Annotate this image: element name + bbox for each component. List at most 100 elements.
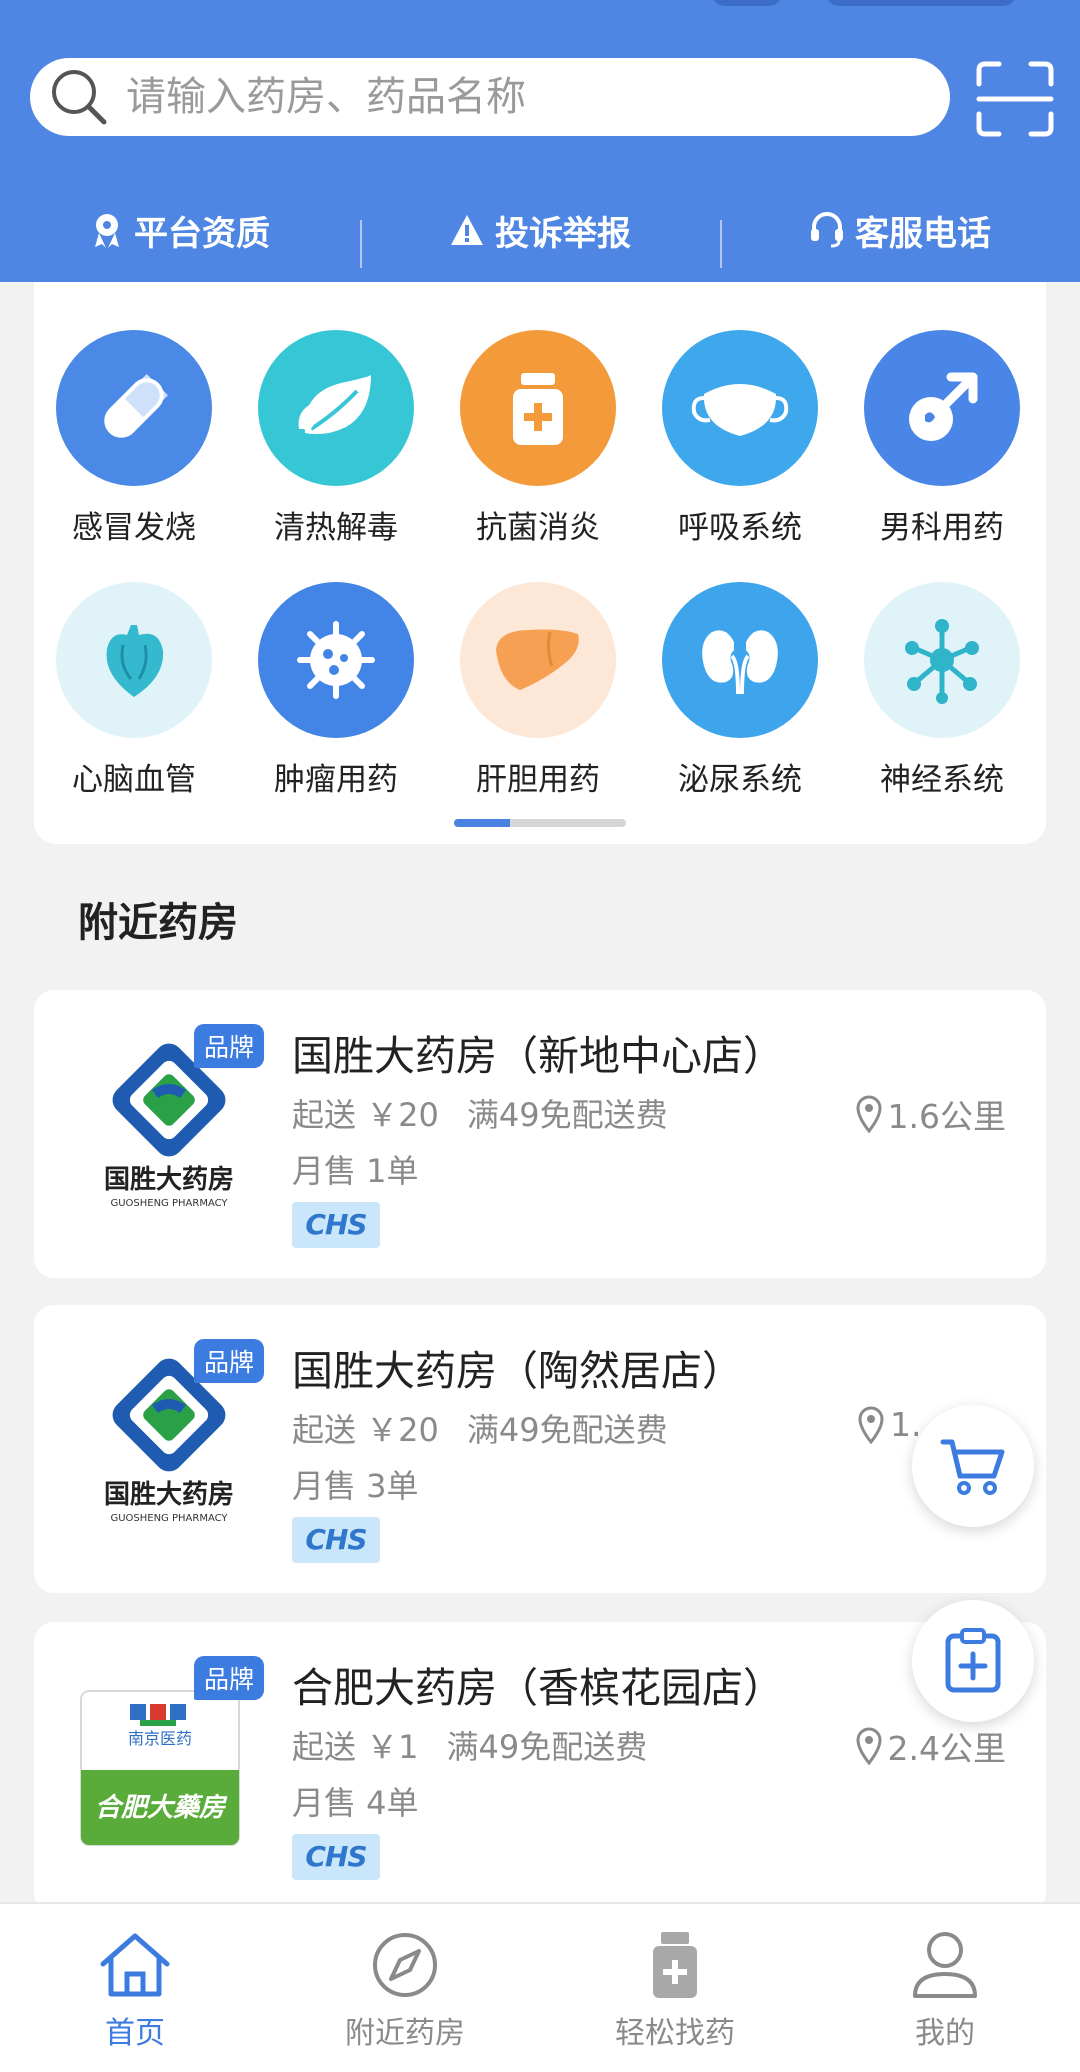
min-delivery: 起送 ￥20 <box>292 1411 439 1449</box>
free-delivery: 满49免配送费 <box>466 1411 668 1449</box>
category-label: 感冒发烧 <box>72 510 196 546</box>
tab-profile[interactable]: 我的 <box>810 1904 1080 2072</box>
category-oncology[interactable]: 肿瘤用药 <box>246 582 426 799</box>
monthly-sales: 月售 4单 <box>292 1784 419 1822</box>
nearby-pharmacies-title: 附近药房 <box>78 900 238 946</box>
svg-text:GUOSHENG PHARMACY: GUOSHENG PHARMACY <box>110 1513 228 1524</box>
medicine-bottle-icon <box>460 330 616 486</box>
tab-nearby[interactable]: 附近药房 <box>270 1904 540 2072</box>
category-label: 肿瘤用药 <box>274 762 398 798</box>
status-pill <box>712 0 782 6</box>
male-symbol-icon <box>864 330 1020 486</box>
distance-value: 1. <box>890 1405 922 1444</box>
tab-find-medicine[interactable]: 轻松找药 <box>540 1904 810 2072</box>
category-nervous[interactable]: 神经系统 <box>852 582 1032 799</box>
svg-text:南京医药: 南京医药 <box>128 1729 192 1748</box>
platform-qualification-link[interactable]: 平台资质 <box>0 206 360 255</box>
delivery-info: 起送 ￥1 满49免配送费 <box>292 1722 647 1768</box>
tab-home[interactable]: 首页 <box>0 1904 270 2072</box>
category-label: 清热解毒 <box>274 510 398 546</box>
brand-badge: 品牌 <box>194 1024 265 1068</box>
pharmacy-card[interactable]: 国胜大药房 GUOSHENG PHARMACY 品牌 国胜大药房（新地中心店） … <box>34 990 1046 1278</box>
mask-icon <box>662 330 818 486</box>
leaf-icon <box>258 330 414 486</box>
scan-icon[interactable] <box>975 60 1055 138</box>
header-links: 平台资质 投诉举报 客服电话 <box>0 190 1080 270</box>
brand-badge: 品牌 <box>194 1656 265 1700</box>
category-mens-health[interactable]: 男科用药 <box>852 330 1032 547</box>
status-pill <box>826 0 1016 6</box>
compass-icon <box>373 1933 437 1997</box>
category-label: 呼吸系统 <box>678 510 802 546</box>
category-respiratory[interactable]: 呼吸系统 <box>650 330 830 547</box>
tab-label: 附近药房 <box>345 2016 465 2051</box>
brand-badge: 品牌 <box>194 1339 265 1383</box>
heart-icon <box>56 582 212 738</box>
chs-tag: CHS <box>292 1202 380 1248</box>
kidney-icon <box>662 582 818 738</box>
distance-value: 1.6公里 <box>887 1097 1006 1136</box>
monthly-sales: 月售 3单 <box>292 1467 419 1505</box>
pager-indicator <box>454 819 510 827</box>
complaint-report-label: 投诉举报 <box>495 213 631 254</box>
header: 平台资质 投诉举报 客服电话 <box>0 0 1080 282</box>
clipboard-add-icon <box>945 1628 1001 1693</box>
home-icon <box>100 1933 170 1997</box>
category-label: 心脑血管 <box>72 762 196 798</box>
customer-service-link[interactable]: 客服电话 <box>720 206 1080 268</box>
distance: 2.4公里 <box>856 1722 1006 1770</box>
bottom-nav: 首页 附近药房 轻松找药 我的 <box>0 1902 1080 2072</box>
tab-label: 首页 <box>105 2016 165 2051</box>
svg-text:GUOSHENG PHARMACY: GUOSHENG PHARMACY <box>110 1198 228 1209</box>
monthly-sales: 月售 1单 <box>292 1152 419 1190</box>
location-pin-icon <box>858 1405 884 1444</box>
medicine-bottle-icon <box>653 1932 697 1998</box>
search-bar[interactable] <box>30 58 950 136</box>
cart-icon <box>940 1439 1005 1495</box>
category-detox[interactable]: 清热解毒 <box>246 330 426 547</box>
headset-icon <box>811 212 843 248</box>
free-delivery: 满49免配送费 <box>466 1096 668 1134</box>
search-icon <box>52 70 107 125</box>
neuron-icon <box>864 582 1020 738</box>
delivery-info: 起送 ￥20 满49免配送费 <box>292 1405 668 1451</box>
warning-icon <box>451 215 483 245</box>
distance: 1. <box>858 1405 922 1444</box>
category-urinary[interactable]: 泌尿系统 <box>650 582 830 799</box>
category-cardio[interactable]: 心脑血管 <box>44 582 224 799</box>
chs-tag: CHS <box>292 1517 380 1563</box>
category-antibacterial[interactable]: 抗菌消炎 <box>448 330 628 547</box>
cart-button[interactable] <box>912 1405 1034 1527</box>
user-icon <box>913 1932 977 1998</box>
tab-label: 我的 <box>915 2016 975 2051</box>
search-input[interactable] <box>126 74 906 120</box>
chs-tag: CHS <box>292 1834 380 1880</box>
prescription-button[interactable] <box>912 1600 1034 1722</box>
svg-text:国胜大药房: 国胜大药房 <box>104 1165 234 1195</box>
complaint-report-link[interactable]: 投诉举报 <box>360 206 720 268</box>
svg-text:合肥大藥房: 合肥大藥房 <box>95 1793 228 1823</box>
pharmacy-card[interactable]: 国胜大药房 GUOSHENG PHARMACY 品牌 国胜大药房（陶然居店） 起… <box>34 1305 1046 1593</box>
liver-icon <box>460 582 616 738</box>
location-pin-icon <box>856 1095 882 1133</box>
distance: 1.6公里 <box>856 1090 1006 1138</box>
category-label: 抗菌消炎 <box>476 510 600 546</box>
pharmacy-name: 合肥大药房（香槟花园店） <box>292 1664 784 1712</box>
qualification-icon <box>95 214 119 248</box>
pharmacy-name: 国胜大药房（陶然居店） <box>292 1347 743 1395</box>
hefei-pharmacy-logo: 南京医药 合肥大藥房 <box>80 1690 240 1846</box>
category-pager <box>454 819 626 827</box>
distance-value: 2.4公里 <box>887 1729 1006 1768</box>
category-label: 男科用药 <box>880 510 1004 546</box>
category-panel: 感冒发烧 清热解毒 抗菌消炎 呼吸系统 男科用药 心脑血管 肿瘤用药 肝胆用药 … <box>34 282 1046 844</box>
min-delivery: 起送 ￥1 <box>292 1728 419 1766</box>
category-label: 神经系统 <box>880 762 1004 798</box>
pill-icon <box>56 330 212 486</box>
pharmacy-card[interactable]: 南京医药 合肥大藥房 品牌 合肥大药房（香槟花园店） 起送 ￥1 满49免配送费 … <box>34 1622 1046 1912</box>
location-pin-icon <box>856 1727 882 1765</box>
category-cold-fever[interactable]: 感冒发烧 <box>44 330 224 547</box>
category-liver-gallbladder[interactable]: 肝胆用药 <box>448 582 628 799</box>
customer-service-label: 客服电话 <box>855 213 991 254</box>
tab-label: 轻松找药 <box>615 2016 735 2051</box>
virus-icon <box>258 582 414 738</box>
